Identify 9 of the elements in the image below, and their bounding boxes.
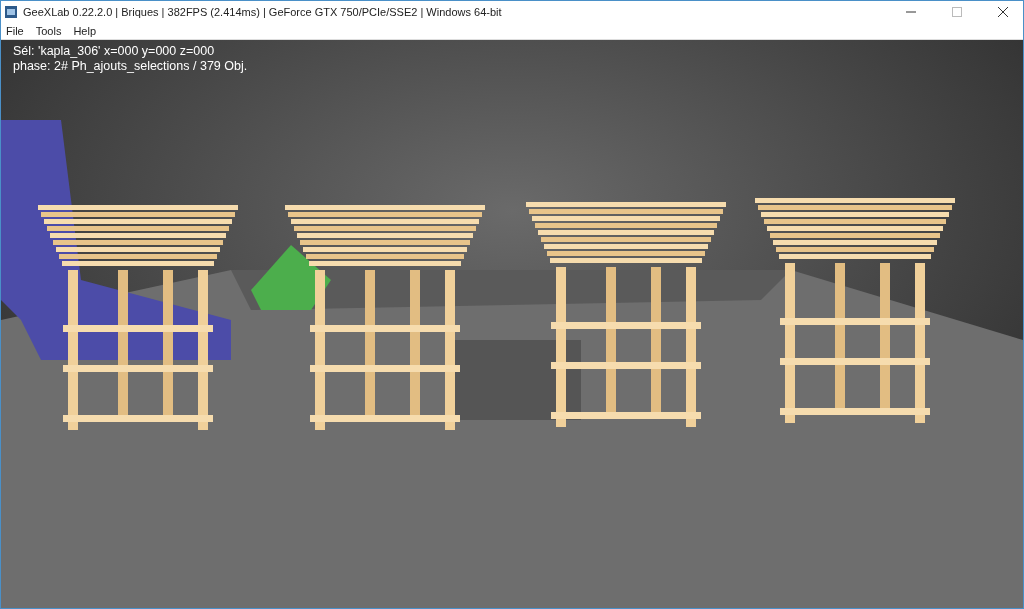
overlay-text: phase: 2# Ph_ajouts_selections / 379 Obj.	[13, 59, 248, 74]
maximize-icon	[952, 6, 962, 17]
menu-item[interactable]: File	[6, 24, 24, 37]
menu-item[interactable]: Help	[73, 24, 97, 37]
close-icon	[998, 6, 1008, 17]
menu-item[interactable]: Tools	[35, 24, 62, 37]
window-title: GeeXLab 0.22.2.0 | Briques | 382FPS (2.414ms) | GeForce GTX 750/PCIe/SSE2 | Windows 64-bit	[23, 5, 503, 18]
overlay-text: Sél: 'kapla_306' x=000 y=000 z=000	[13, 44, 216, 59]
app-icon	[5, 5, 17, 18]
